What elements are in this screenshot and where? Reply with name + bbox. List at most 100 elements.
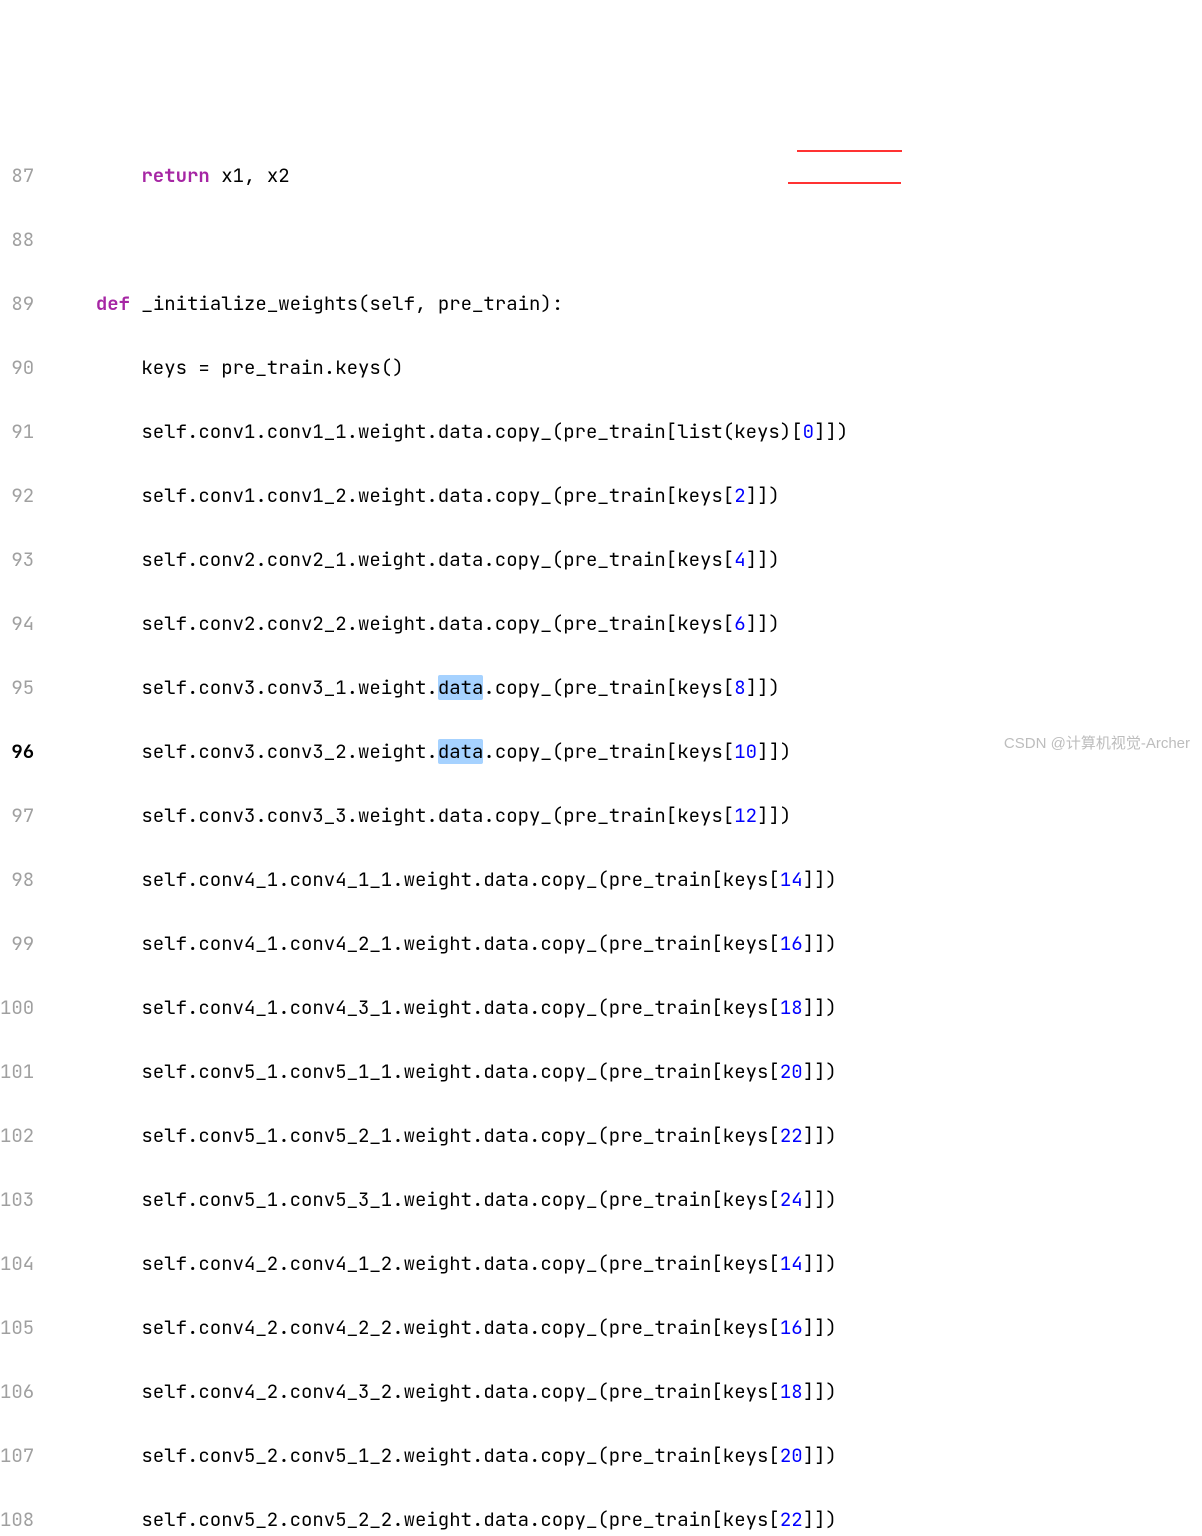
number-literal: 8 (734, 675, 745, 700)
code-line[interactable]: self.conv5_1.conv5_3_1.weight.data.copy_… (50, 1184, 1202, 1216)
code-text: ]]) (803, 1507, 837, 1532)
code-line[interactable]: self.conv5_2.conv5_1_2.weight.data.copy_… (50, 1440, 1202, 1472)
line-number: 87 (0, 160, 34, 192)
code-line[interactable]: self.conv4_1.conv4_3_1.weight.data.copy_… (50, 992, 1202, 1024)
keyword-return: return (141, 163, 209, 188)
code-text: self.conv3.conv3_3.weight.data.copy_(pre… (141, 803, 734, 828)
code-line[interactable]: self.conv5_2.conv5_2_2.weight.data.copy_… (50, 1504, 1202, 1536)
code-line[interactable]: self.conv1.conv1_1.weight.data.copy_(pre… (50, 416, 1202, 448)
code-text: ]]) (803, 1315, 837, 1340)
highlighted-text: data (438, 675, 484, 700)
number-literal: 4 (734, 547, 745, 572)
number-literal: 16 (780, 931, 803, 956)
code-line[interactable]: self.conv5_1.conv5_1_1.weight.data.copy_… (50, 1056, 1202, 1088)
line-number: 93 (0, 544, 34, 576)
watermark-text: CSDN @计算机视觉-Archer (1004, 728, 1190, 760)
code-text: self.conv5_2.conv5_2_2.weight.data.copy_… (141, 1507, 779, 1532)
line-number: 89 (0, 288, 34, 320)
code-line[interactable]: return x1, x2 (50, 160, 1202, 192)
annotation-underline (788, 182, 901, 184)
code-text: ]]) (757, 803, 791, 828)
code-text: ]]) (814, 419, 848, 444)
line-number: 107 (0, 1440, 34, 1472)
code-text: ]]) (803, 1443, 837, 1468)
line-number: 97 (0, 800, 34, 832)
line-number: 103 (0, 1184, 34, 1216)
code-text: self.conv4_1.conv4_1_1.weight.data.copy_… (141, 867, 779, 892)
line-number: 108 (0, 1504, 34, 1536)
code-line[interactable] (50, 224, 1202, 256)
number-literal: 24 (780, 1187, 803, 1212)
code-text: self.conv5_1.conv5_3_1.weight.data.copy_… (141, 1187, 779, 1212)
number-literal: 14 (780, 867, 803, 892)
code-text: self.conv4_2.conv4_1_2.weight.data.copy_… (141, 1251, 779, 1276)
code-text: self.conv4_1.conv4_2_1.weight.data.copy_… (141, 931, 779, 956)
code-text: ]]) (803, 1379, 837, 1404)
code-text: ]]) (803, 1123, 837, 1148)
code-text: self.conv5_1.conv5_2_1.weight.data.copy_… (141, 1123, 779, 1148)
code-line[interactable]: self.conv2.conv2_2.weight.data.copy_(pre… (50, 608, 1202, 640)
line-number: 104 (0, 1248, 34, 1280)
code-text: ]]) (803, 1251, 837, 1276)
line-number: 102 (0, 1120, 34, 1152)
code-line[interactable]: keys = pre_train.keys() (50, 352, 1202, 384)
code-text: ]]) (757, 739, 791, 764)
line-number: 90 (0, 352, 34, 384)
code-text: ]]) (746, 675, 780, 700)
line-number: 106 (0, 1376, 34, 1408)
number-literal: 2 (734, 483, 745, 508)
number-literal: 18 (780, 995, 803, 1020)
code-line[interactable]: self.conv5_1.conv5_2_1.weight.data.copy_… (50, 1120, 1202, 1152)
code-line[interactable]: self.conv4_2.conv4_3_2.weight.data.copy_… (50, 1376, 1202, 1408)
number-literal: 22 (780, 1507, 803, 1532)
code-text: ]]) (746, 547, 780, 572)
code-line[interactable]: self.conv4_2.conv4_2_2.weight.data.copy_… (50, 1312, 1202, 1344)
number-literal: 0 (803, 419, 814, 444)
code-text: self.conv3.conv3_1.weight. (141, 675, 437, 700)
number-literal: 20 (780, 1443, 803, 1468)
line-number: 88 (0, 224, 34, 256)
code-line[interactable]: self.conv1.conv1_2.weight.data.copy_(pre… (50, 480, 1202, 512)
code-text: self.conv1.conv1_2.weight.data.copy_(pre… (141, 483, 734, 508)
number-literal: 10 (734, 739, 757, 764)
line-number: 100 (0, 992, 34, 1024)
code-line[interactable]: self.conv4_1.conv4_2_1.weight.data.copy_… (50, 928, 1202, 960)
code-text: self.conv4_2.conv4_3_2.weight.data.copy_… (141, 1379, 779, 1404)
code-text: self.conv2.conv2_2.weight.data.copy_(pre… (141, 611, 734, 636)
number-literal: 16 (780, 1315, 803, 1340)
code-text: x1, x2 (210, 163, 290, 188)
number-literal: 22 (780, 1123, 803, 1148)
code-editor[interactable]: 87 88 89 90 91 92 93 94 95 96 97 98 99 1… (0, 128, 1202, 896)
code-text: ]]) (803, 1187, 837, 1212)
line-number: 99 (0, 928, 34, 960)
code-text: keys = pre_train.keys() (141, 355, 403, 380)
number-literal: 20 (780, 1059, 803, 1084)
code-text: self.conv5_1.conv5_1_1.weight.data.copy_… (141, 1059, 779, 1084)
number-literal: 12 (734, 803, 757, 828)
function-name: _initialize_weights (130, 291, 358, 316)
code-line[interactable]: self.conv3.conv3_3.weight.data.copy_(pre… (50, 800, 1202, 832)
highlighted-text: data (438, 739, 484, 764)
line-number: 94 (0, 608, 34, 640)
code-text: ]]) (746, 611, 780, 636)
line-number: 95 (0, 672, 34, 704)
code-text: self.conv4_2.conv4_2_2.weight.data.copy_… (141, 1315, 779, 1340)
code-text: ]]) (803, 931, 837, 956)
code-text: self.conv1.conv1_1.weight.data.copy_(pre… (141, 419, 802, 444)
code-text: self.conv2.conv2_1.weight.data.copy_(pre… (141, 547, 734, 572)
code-area[interactable]: return x1, x2 def _initialize_weights(se… (42, 128, 1202, 896)
line-number: 92 (0, 480, 34, 512)
code-line[interactable]: def _initialize_weights(self, pre_train)… (50, 288, 1202, 320)
code-text: self.conv3.conv3_2.weight. (141, 739, 437, 764)
line-number: 98 (0, 864, 34, 896)
code-line[interactable]: self.conv3.conv3_1.weight.data.copy_(pre… (50, 672, 1202, 704)
annotation-underline (797, 150, 902, 152)
line-number-gutter: 87 88 89 90 91 92 93 94 95 96 97 98 99 1… (0, 128, 42, 896)
code-line[interactable]: self.conv4_1.conv4_1_1.weight.data.copy_… (50, 864, 1202, 896)
code-line[interactable]: self.conv2.conv2_1.weight.data.copy_(pre… (50, 544, 1202, 576)
line-number: 91 (0, 416, 34, 448)
code-line[interactable]: self.conv4_2.conv4_1_2.weight.data.copy_… (50, 1248, 1202, 1280)
line-number: 101 (0, 1056, 34, 1088)
code-text: self.conv4_1.conv4_3_1.weight.data.copy_… (141, 995, 779, 1020)
number-literal: 6 (734, 611, 745, 636)
